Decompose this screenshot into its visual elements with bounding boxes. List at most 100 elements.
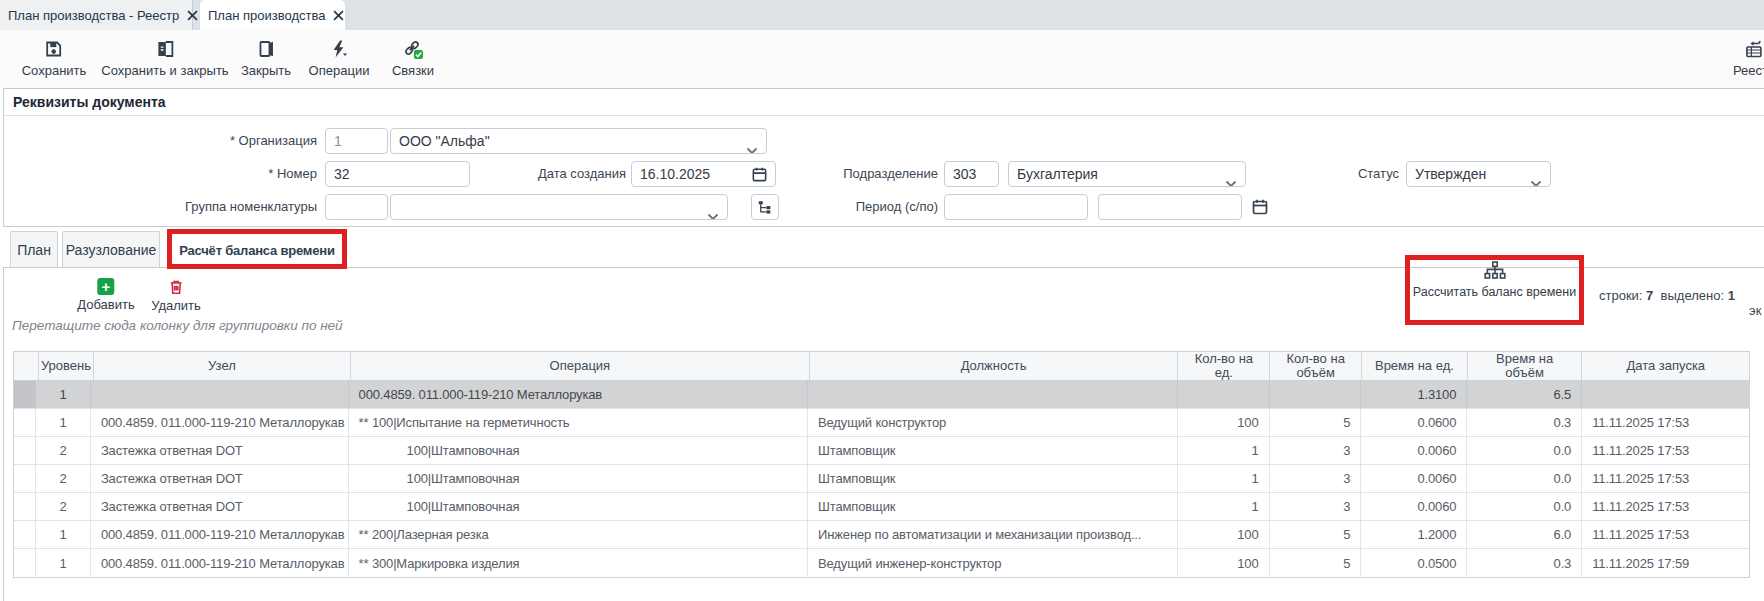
cell-time-unit: 0.0500 xyxy=(1361,549,1467,577)
save-and-close-icon xyxy=(155,39,175,59)
table-row[interactable]: 1 000.4859. 011.000-119-210 Металлорукав 1… xyxy=(14,381,1749,409)
chevron-down-icon xyxy=(746,138,758,154)
requisites-title: Реквизиты документа xyxy=(4,89,1764,116)
cell-time-unit: 0.0600 xyxy=(1361,409,1467,436)
trash-icon xyxy=(167,278,185,296)
add-button[interactable]: + Добавить xyxy=(77,278,134,312)
cell-qty-unit: 100 xyxy=(1178,549,1270,577)
row-selector-cell xyxy=(14,381,36,408)
cell-launch-date xyxy=(1582,381,1749,408)
close-button[interactable]: Закрыть xyxy=(241,39,291,78)
save-and-close-button[interactable]: Сохранить и закрыть xyxy=(101,39,228,78)
rows-info: строки: 7 выделено: 1 xyxy=(1599,288,1735,303)
cell-position: Штамповщик xyxy=(808,465,1178,492)
row-selector-cell xyxy=(14,493,36,520)
cell-node: 000.4859. 011.000-119-210 Металлорукав xyxy=(91,521,349,548)
cell-qty-volume: 5 xyxy=(1270,549,1362,577)
grid-header-cell[interactable]: Время на ед. xyxy=(1362,352,1468,380)
tab-time-balance[interactable]: Расчёт баланса времени xyxy=(167,231,347,268)
grid-header-cell[interactable]: Узел xyxy=(94,352,351,380)
operations-button[interactable]: Операции xyxy=(309,39,370,78)
grid-header-cell[interactable]: Время на объём xyxy=(1468,352,1583,380)
close-icon[interactable] xyxy=(333,10,344,21)
cell-operation: 000.4859. 011.000-119-210 Металлорукав xyxy=(349,381,808,408)
grid-header-selector xyxy=(14,352,39,380)
cell-launch-date: 11.11.2025 17:59 xyxy=(1582,549,1749,577)
cell-qty-volume: 3 xyxy=(1270,465,1362,492)
table-row[interactable]: 2Застежка ответная DOT100|ШтамповочнаяШт… xyxy=(14,437,1749,465)
cell-operation: ** 100|Испытание на герметичность xyxy=(349,409,808,436)
grid-header-cell[interactable]: Должность xyxy=(810,352,1179,380)
cell-level: 2 xyxy=(36,437,91,464)
cell-time-volume: 0.0 xyxy=(1467,465,1582,492)
chevron-down-icon xyxy=(707,204,719,220)
cell-qty-unit: 100 xyxy=(1178,409,1270,436)
table-row[interactable]: 1000.4859. 011.000-119-210 Металлорукав*… xyxy=(14,409,1749,437)
cell-time-volume: 0.3 xyxy=(1467,549,1582,577)
grid-header-cell[interactable]: Кол-во на ед. xyxy=(1178,352,1270,380)
cell-operation: ** 200|Лазерная резка xyxy=(349,521,808,548)
period-to-input[interactable] xyxy=(1098,194,1242,220)
screen: План производства - Реестр План производ… xyxy=(0,0,1764,601)
delete-button[interactable]: Удалить xyxy=(151,278,201,313)
grid-header-cell[interactable]: Кол-во на объём xyxy=(1270,352,1362,380)
grid-header-cell[interactable]: Дата запуска xyxy=(1582,352,1749,380)
cell-launch-date: 11.11.2025 17:53 xyxy=(1582,493,1749,520)
cell-level: 1 xyxy=(36,381,91,408)
period-calendar-icon[interactable] xyxy=(1251,198,1269,220)
nomenclature-group-code-input[interactable] xyxy=(325,194,388,220)
cell-launch-date: 11.11.2025 17:53 xyxy=(1582,437,1749,464)
grid-header-cell[interactable]: Уровень xyxy=(39,352,94,380)
status-select[interactable]: Утвержден xyxy=(1406,161,1551,187)
registry-button[interactable]: Реестр xyxy=(1733,39,1764,78)
nomenclature-group-select[interactable] xyxy=(390,194,728,220)
cell-time-unit: 1.3100 xyxy=(1361,381,1467,408)
close-icon[interactable] xyxy=(187,10,198,21)
calculate-balance-button[interactable]: Рассчитать баланс времени xyxy=(1405,259,1584,299)
links-button[interactable]: Связки xyxy=(392,39,434,78)
cell-level: 2 xyxy=(36,493,91,520)
cell-level: 1 xyxy=(36,409,91,436)
rows-count: 7 xyxy=(1646,288,1653,303)
department-code-input[interactable]: 303 xyxy=(944,161,999,187)
table-row[interactable]: 2Застежка ответная DOT100|ШтамповочнаяШт… xyxy=(14,465,1749,493)
status-label: Статус xyxy=(1199,161,1399,187)
app-tab-registry[interactable]: План производства - Реестр xyxy=(0,0,193,30)
created-date-label: Дата создания xyxy=(426,161,626,187)
operations-icon xyxy=(329,39,349,59)
app-tab-label: План производства xyxy=(208,8,325,23)
cell-qty-unit: 1 xyxy=(1178,437,1270,464)
cell-operation: 100|Штамповочная xyxy=(349,437,808,464)
period-from-input[interactable] xyxy=(944,194,1088,220)
cell-operation: ** 300|Маркировка изделия xyxy=(349,549,808,577)
app-tab-document[interactable]: План производства xyxy=(200,0,345,30)
row-selector-cell xyxy=(14,437,36,464)
table-row[interactable]: 1000.4859. 011.000-119-210 Металлорукав*… xyxy=(14,549,1749,577)
save-button[interactable]: Сохранить xyxy=(22,39,87,78)
cell-position: Штамповщик xyxy=(808,493,1178,520)
organization-code-input[interactable]: 1 xyxy=(325,128,388,154)
cell-position: Инженер по автоматизации и механизации п… xyxy=(808,521,1178,548)
requisites-panel: Реквизиты документа * Организация 1 ООО … xyxy=(3,88,1764,227)
cell-level: 1 xyxy=(36,521,91,548)
cell-node: Застежка ответная DOT xyxy=(91,465,349,492)
tab-plan[interactable]: План xyxy=(10,231,58,267)
tab-razuzlovanie[interactable]: Разузлование xyxy=(62,231,160,267)
cell-time-unit: 0.0060 xyxy=(1361,437,1467,464)
cell-position xyxy=(808,381,1178,408)
grid-header-cell[interactable]: Операция xyxy=(351,352,810,380)
table-row[interactable]: 2Застежка ответная DOT100|ШтамповочнаяШт… xyxy=(14,493,1749,521)
table-row[interactable]: 1000.4859. 011.000-119-210 Металлорукав*… xyxy=(14,521,1749,549)
cell-launch-date: 11.11.2025 17:53 xyxy=(1582,521,1749,548)
cell-qty-volume: 5 xyxy=(1270,521,1362,548)
organization-select[interactable]: ООО "Альфа" xyxy=(390,128,767,154)
data-grid: УровеньУзелОперацияДолжностьКол-во на ед… xyxy=(13,351,1750,578)
cell-time-unit: 1.2000 xyxy=(1361,521,1467,548)
organization-label: * Организация xyxy=(4,128,317,154)
close-door-icon xyxy=(256,39,276,59)
cell-position: Ведущий инженер-конструктор xyxy=(808,549,1178,577)
cell-level: 2 xyxy=(36,465,91,492)
save-icon xyxy=(44,39,64,59)
cell-launch-date: 11.11.2025 17:53 xyxy=(1582,465,1749,492)
cell-launch-date: 11.11.2025 17:53 xyxy=(1582,409,1749,436)
